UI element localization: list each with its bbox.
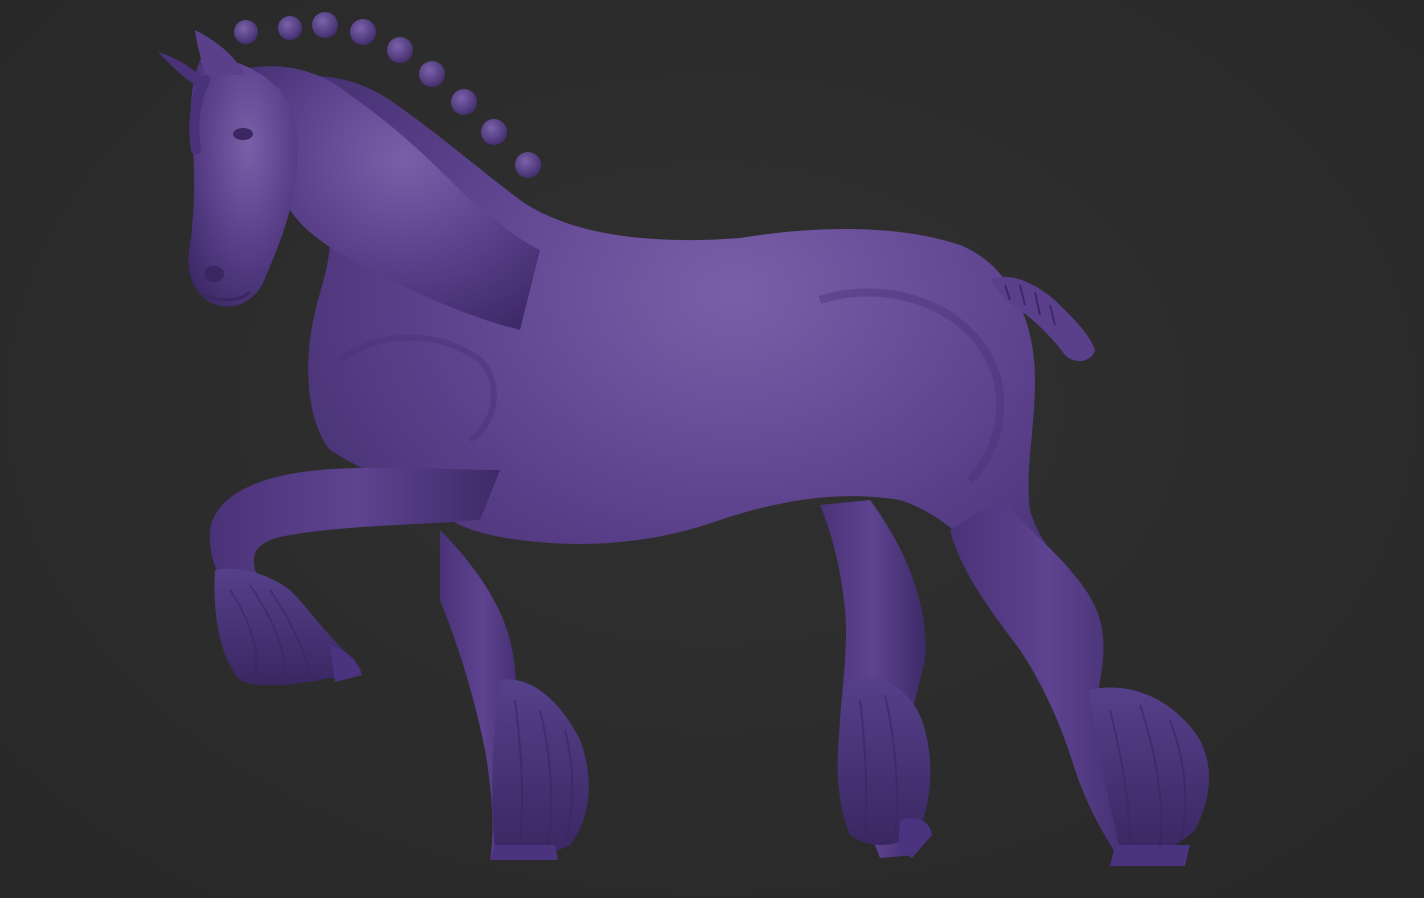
mane-knot xyxy=(278,16,302,40)
mane-knot xyxy=(515,152,541,178)
mane-knot xyxy=(312,12,338,38)
near-fore-hoof xyxy=(330,645,362,682)
horse-sculpt-model[interactable] xyxy=(0,0,1424,898)
mane-knot xyxy=(234,20,258,44)
far-hind-hoof xyxy=(898,818,932,858)
far-fore-feather xyxy=(492,679,589,857)
mane-knot xyxy=(387,37,413,63)
3d-viewport[interactable] xyxy=(0,0,1424,898)
near-hind-hoof xyxy=(1110,845,1190,866)
mane-knot xyxy=(350,19,376,45)
horse-eye xyxy=(233,128,253,140)
mane-knot xyxy=(481,119,507,145)
horse-head xyxy=(188,58,298,307)
horse-nostril xyxy=(204,266,224,282)
far-fore-hoof xyxy=(490,845,558,860)
mane-knot xyxy=(419,61,445,87)
mane-knot xyxy=(451,89,477,115)
